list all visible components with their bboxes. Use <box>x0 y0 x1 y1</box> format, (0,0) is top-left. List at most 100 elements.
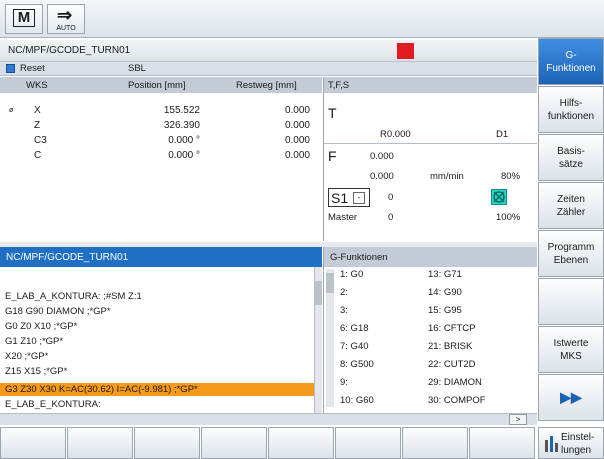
softkey-programm-ebenen[interactable]: Programm Ebenen <box>538 230 604 277</box>
program-line[interactable]: E_LAB_A_KONTURA: ;#SM Z:1 <box>5 291 142 302</box>
scroll-right-button[interactable]: > <box>509 414 527 425</box>
gfunction-item: 10: G60 <box>340 395 374 406</box>
softkey-einstellungen[interactable]: Einstel- lungen <box>538 427 604 459</box>
bottom-softkey-8[interactable] <box>469 427 535 459</box>
master-label: Master <box>328 212 358 223</box>
tfs-header: T,F,S <box>323 77 537 93</box>
feed-label: F <box>328 148 337 164</box>
feed-value-2: 0.000 <box>370 171 394 182</box>
gfunction-item: 8: G500 <box>340 359 374 370</box>
program-listing[interactable]: E_LAB_A_KONTURA: ;#SM Z:1 G18 G90 DIAMON… <box>0 267 322 413</box>
gfunction-item: 6: G18 <box>340 323 369 334</box>
master-value: 0 <box>388 212 394 223</box>
alarm-flag-icon[interactable] <box>397 43 414 59</box>
auto-mode-button[interactable]: ⇒ AUTO <box>47 4 85 34</box>
spindle-selector[interactable]: S1 - <box>328 188 370 207</box>
softkey-istwerte-mks[interactable]: Istwerte MKS <box>538 326 604 373</box>
axis-restweg: 0.000 <box>284 135 310 146</box>
feed-override: 80% <box>501 171 521 182</box>
softkey-hilfsfunktionen[interactable]: Hilfs- funktionen <box>538 86 604 133</box>
gfunction-item: 13: G71 <box>428 269 462 280</box>
program-line[interactable]: Z15 X15 ;*GP* <box>5 366 67 377</box>
axis-restweg: 0.000 <box>284 120 310 131</box>
gfunction-item: 9: <box>340 377 348 388</box>
position-col-header: Position [mm] <box>128 80 186 91</box>
axis-restweg: 0.000 <box>284 105 310 116</box>
axis-row[interactable]: C3 0.000 ° 0.000 <box>0 134 322 149</box>
gfunction-item: 1: G0 <box>340 269 364 280</box>
scroll-thumb[interactable] <box>326 273 334 293</box>
d-number: D1 <box>496 129 509 140</box>
program-header: NC/MPF/GCODE_TURN01 <box>0 247 322 267</box>
gfunction-item: 15: G95 <box>428 305 462 316</box>
bottom-softkey-5[interactable] <box>268 427 334 459</box>
program-line[interactable]: G1 Z10 ;*GP* <box>5 336 63 347</box>
spindle-override: 100% <box>496 212 521 223</box>
auto-label: AUTO <box>56 25 76 32</box>
gfunction-item: 16: CFTCP <box>428 323 476 334</box>
axis-position: 0.000 ° <box>168 135 200 146</box>
axis-position: 0.000 ° <box>168 150 200 161</box>
gfunction-scrollbar[interactable] <box>326 269 334 407</box>
settings-icon <box>543 434 559 454</box>
gfunction-item: 3: <box>340 305 348 316</box>
program-line[interactable]: E_LAB_E_KONTURA: <box>5 399 101 410</box>
axis-name: C <box>34 150 42 161</box>
softkey-basissaetze[interactable]: Basis- sätze <box>538 134 604 181</box>
top-toolbar: M ⇒ AUTO <box>0 0 604 38</box>
axis-position: 326.390 <box>163 120 200 131</box>
horizontal-scrollbar: > <box>0 413 537 425</box>
softkey-more[interactable]: ▶▶ <box>538 374 604 421</box>
wks-col-header: WKS <box>26 80 48 91</box>
channel-status-row: Reset SBL <box>0 62 537 76</box>
feed-value: 0.000 <box>370 151 394 162</box>
gfunction-item: 21: BRISK <box>428 341 473 352</box>
tfs-title: T,F,S <box>328 80 350 91</box>
gfunction-header: G-Funktionen <box>323 247 537 267</box>
bottom-softkey-1[interactable] <box>0 427 66 459</box>
machine-mode-icon: M <box>13 9 35 27</box>
program-title: NC/MPF/GCODE_TURN01 <box>6 252 129 263</box>
bottom-softkey-3[interactable] <box>134 427 200 459</box>
status-sbl: SBL <box>128 63 146 74</box>
program-line[interactable]: X20 ;*GP* <box>5 351 48 362</box>
axis-position: 155.522 <box>163 105 200 116</box>
program-path: NC/MPF/GCODE_TURN01 <box>8 45 131 56</box>
bottom-softkey-4[interactable] <box>201 427 267 459</box>
softkey-empty[interactable] <box>538 278 604 325</box>
axis-row[interactable]: ø X 155.522 0.000 <box>0 104 322 119</box>
status-reset: Reset <box>20 63 45 74</box>
softkey-zeiten-zaehler[interactable]: Zeiten Zähler <box>538 182 604 229</box>
tool-label: T <box>328 105 337 121</box>
axis-row[interactable]: Z 326.390 0.000 <box>0 119 322 134</box>
softkey-g-funktionen[interactable]: G- Funktionen <box>538 38 604 85</box>
arrow-right-icon: ⇒ <box>57 5 73 25</box>
gfunction-item: 2: <box>340 287 348 298</box>
axis-name: X <box>34 105 41 116</box>
program-path-header: NC/MPF/GCODE_TURN01 <box>0 40 537 62</box>
restweg-col-header: Restweg [mm] <box>236 80 297 91</box>
spindle-dropdown-icon[interactable]: - <box>353 192 365 204</box>
program-line[interactable]: G0 Z0 X10 ;*GP* <box>5 321 77 332</box>
program-line[interactable]: G18 G90 DIAMON ;*GP* <box>5 306 111 317</box>
spindle-value: 0 <box>388 192 394 203</box>
scroll-thumb[interactable] <box>315 281 322 305</box>
einstellungen-label: Einstel- lungen <box>561 432 595 456</box>
tfs-panel: T R0.000 D1 F 0.000 0.000 mm/min 80% S1 … <box>323 93 537 241</box>
axis-row[interactable]: C 0.000 ° 0.000 <box>0 149 322 164</box>
radius-value: R0.000 <box>380 129 411 140</box>
gfunction-item: 22: CUT2D <box>428 359 476 370</box>
bottom-softkey-6[interactable] <box>335 427 401 459</box>
bottom-softkey-7[interactable] <box>402 427 468 459</box>
feed-unit: mm/min <box>430 171 464 182</box>
program-scrollbar[interactable] <box>314 267 322 413</box>
divider <box>324 143 537 144</box>
gfunction-title: G-Funktionen <box>330 252 388 263</box>
program-line-current[interactable]: G3 Z30 X30 K=AC(30.62) I=AC(-9.981) ;*GP… <box>5 384 198 395</box>
wks-header: WKS Position [mm] Restweg [mm] <box>0 77 322 93</box>
spindle-status-icon <box>491 189 507 205</box>
machine-mode-button[interactable]: M <box>5 4 43 34</box>
diameter-icon: ø <box>9 107 14 114</box>
axis-restweg: 0.000 <box>284 150 310 161</box>
bottom-softkey-2[interactable] <box>67 427 133 459</box>
